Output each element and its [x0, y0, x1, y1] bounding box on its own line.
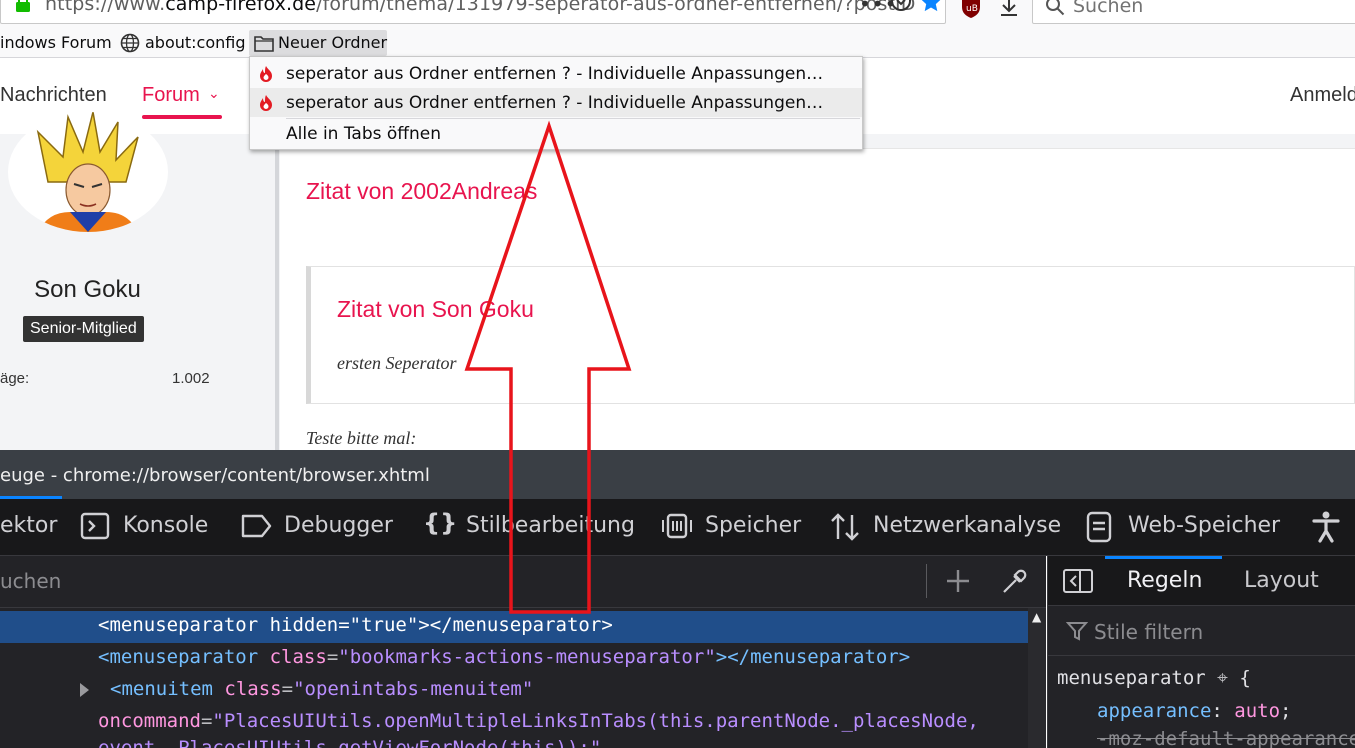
nav-item-anmelden[interactable]: Anmeld [1290, 84, 1355, 107]
bookmark-windows-forum[interactable]: indows Forum [0, 33, 112, 52]
menu-item-label: seperator aus Ordner entfernen ? - Indiv… [286, 93, 824, 113]
tab-debugger[interactable]: Debugger [284, 513, 393, 538]
devtools-window-titlebar: euge - chrome://browser/content/browser.… [0, 450, 1355, 499]
pocket-icon[interactable] [890, 0, 912, 13]
accessibility-icon[interactable] [1312, 511, 1340, 543]
bookmark-star-icon[interactable] [919, 0, 943, 14]
tab-inspector[interactable]: ektor [0, 513, 57, 538]
navigation-toolbar: https://www.camp-firefox.de/forum/thema/… [0, 0, 1355, 25]
nav-item-nachrichten[interactable]: Nachrichten [0, 84, 107, 107]
tab-web-storage[interactable]: Web-Speicher [1128, 513, 1280, 538]
tab-style-editor[interactable]: Stilbearbeitung [466, 513, 635, 538]
quote-title-inner[interactable]: Zitat von Son Goku [337, 296, 534, 323]
search-icon [1046, 0, 1065, 16]
filter-icon [1066, 622, 1088, 641]
markup-node-attribute[interactable]: event, PlacesUIUtils.getViewForNode(this… [0, 737, 1028, 748]
rules-filter-bar: Stile filtern [1048, 606, 1355, 656]
toggle-pane-icon[interactable] [1062, 568, 1094, 594]
rules-sidebar: Regeln Layout Stile filtern menuseparato… [1047, 556, 1355, 748]
tab-rules[interactable]: Regeln [1127, 568, 1202, 593]
tab-layout[interactable]: Layout [1244, 568, 1319, 593]
node-target-icon[interactable]: ⌖ [1217, 667, 1228, 689]
firefox-flame-icon [260, 95, 272, 111]
toolbar-divider [926, 564, 927, 598]
rule-property-overridden[interactable]: -moz-default-appearance [1097, 728, 1355, 748]
markup-view: <menuseparator hidden="true"></menusepar… [0, 608, 1028, 748]
web-storage-icon [1086, 511, 1112, 543]
user-rank-badge: Senior-Mitglied [23, 316, 144, 342]
svg-text:uB: uB [966, 4, 978, 14]
rule-property[interactable]: appearance: auto; [1097, 700, 1292, 722]
search-placeholder: Suchen [1073, 0, 1144, 17]
markup-node-text: oncommand="PlacesUIUtils.openMultipleLin… [98, 710, 979, 732]
post-text: Teste bitte mal: [306, 428, 417, 448]
devtools-window-title: euge - chrome://browser/content/browser.… [0, 465, 430, 486]
lock-icon [16, 0, 30, 12]
ublock-origin-icon[interactable]: uB [960, 0, 982, 19]
nav-item-forum[interactable]: Forum [142, 84, 200, 107]
inspector-search-input[interactable]: uchen [0, 569, 61, 593]
filter-styles-input[interactable]: Stile filtern [1094, 620, 1203, 644]
post-left-border [275, 140, 279, 450]
markup-node-attribute[interactable]: oncommand="PlacesUIUtils.openMultipleLin… [0, 707, 1028, 739]
tab-storage[interactable]: Speicher [705, 513, 801, 538]
stat-label: äge: [0, 370, 30, 387]
markup-node[interactable]: <menuitem class="openintabs-menuitem" [0, 675, 1028, 707]
debugger-icon [241, 514, 272, 538]
menu-item-open-all-in-tabs[interactable]: Alle in Tabs öffnen [286, 124, 441, 144]
markup-node-text: <menuseparator class="bookmarks-actions-… [98, 646, 911, 668]
console-icon [80, 512, 110, 540]
user-name[interactable]: Son Goku [0, 276, 175, 304]
avatar[interactable] [8, 112, 168, 232]
globe-icon [120, 33, 140, 53]
markup-node-text: <menuseparator hidden="true"></menusepar… [98, 614, 613, 636]
tab-console[interactable]: Konsole [123, 513, 208, 538]
network-icon [831, 513, 859, 541]
menu-item-bookmark[interactable]: seperator aus Ordner entfernen ? - Indiv… [250, 59, 862, 88]
stat-value: 1.002 [172, 370, 210, 387]
markup-node-text: <menuitem class="openintabs-menuitem" [110, 678, 534, 700]
markup-node[interactable]: <menuseparator class="bookmarks-actions-… [0, 643, 1028, 675]
quote-title-outer[interactable]: Zitat von 2002Andreas [306, 178, 537, 205]
storage-icon [662, 513, 692, 539]
menu-item-bookmark[interactable]: seperator aus Ordner entfernen ? - Indiv… [250, 88, 862, 117]
quote-block-inner [306, 266, 1355, 404]
markup-scrollbar[interactable]: ▲ [1028, 608, 1046, 748]
markup-node-selected[interactable]: <menuseparator hidden="true"></menusepar… [0, 611, 1028, 643]
bookmark-folder-menu: seperator aus Ordner entfernen ? - Indiv… [249, 56, 863, 150]
rule-selector[interactable]: menuseparator ⌖ { [1057, 667, 1251, 689]
bookmark-about-config[interactable]: about:config [145, 33, 246, 52]
active-tab-indicator [1105, 556, 1222, 559]
tab-network[interactable]: Netzwerkanalyse [873, 513, 1061, 538]
url-bar[interactable]: https://www.camp-firefox.de/forum/thema/… [0, 0, 946, 24]
add-node-icon[interactable] [944, 567, 972, 595]
eyedropper-icon[interactable] [1000, 568, 1028, 596]
rules-tab-bar: Regeln Layout [1048, 556, 1355, 606]
chevron-down-icon: ⌄ [208, 86, 220, 102]
firefox-flame-icon [260, 66, 272, 82]
bookmark-folder-label[interactable]: Neuer Ordner [278, 33, 387, 52]
inspector-search-bar: uchen [0, 556, 1046, 608]
nav-active-indicator [142, 115, 222, 119]
url-text[interactable]: https://www.camp-firefox.de/forum/thema/… [45, 0, 915, 15]
download-icon[interactable] [998, 0, 1020, 18]
quote-text: ersten Seperator [337, 353, 457, 373]
expand-triangle-icon[interactable] [80, 683, 89, 697]
folder-icon [254, 36, 274, 52]
search-bar[interactable]: Suchen [1032, 0, 1355, 24]
markup-node-text: event, PlacesUIUtils.getViewForNode(this… [98, 737, 602, 748]
devtools-toolbar: ektor Konsole Debugger {} Stilbearbeitun… [0, 499, 1355, 556]
style-editor-icon: {} [423, 509, 458, 537]
menu-item-label: seperator aus Ordner entfernen ? - Indiv… [286, 64, 824, 84]
avatar-image [36, 112, 139, 232]
scroll-up-arrow-icon[interactable]: ▲ [1032, 610, 1041, 624]
menu-separator [286, 118, 860, 119]
